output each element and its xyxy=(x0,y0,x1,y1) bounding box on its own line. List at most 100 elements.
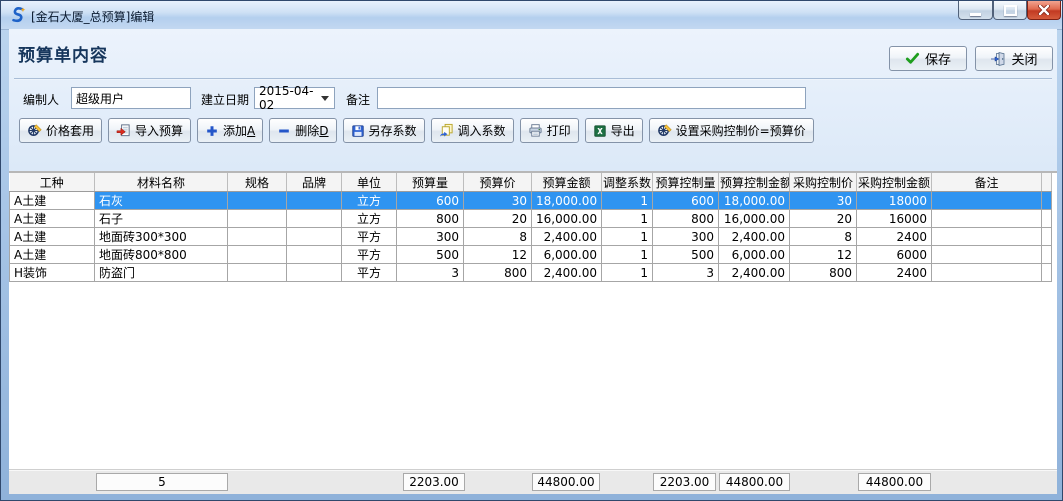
table-cell[interactable]: 地面砖300*300 xyxy=(95,228,228,246)
table-cell[interactable] xyxy=(228,192,287,210)
table-cell[interactable]: 20 xyxy=(790,210,857,228)
table-row[interactable]: A土建石子立方8002016,000.00180016,000.00201600… xyxy=(10,210,1052,228)
table-cell[interactable]: 30 xyxy=(464,192,532,210)
table-cell[interactable] xyxy=(1042,210,1052,228)
close-window-button[interactable] xyxy=(1027,1,1061,20)
column-header[interactable]: 规格 xyxy=(228,173,287,192)
toolbar-button-load-coefficient[interactable]: 调入系数 xyxy=(431,118,514,143)
table-cell[interactable]: 2,400.00 xyxy=(719,264,790,282)
table-cell[interactable]: 3 xyxy=(397,264,464,282)
table-cell[interactable]: 18,000.00 xyxy=(532,192,602,210)
column-header[interactable]: 调整系数 xyxy=(602,173,653,192)
table-row[interactable]: A土建地面砖800*800平方500126,000.0015006,000.00… xyxy=(10,246,1052,264)
table-cell[interactable] xyxy=(287,210,342,228)
toolbar-button-apply-price[interactable]: 价格套用 xyxy=(19,118,102,143)
column-header[interactable]: 采购控制价 xyxy=(790,173,857,192)
table-cell[interactable]: 6,000.00 xyxy=(719,246,790,264)
toolbar-button-import-budget[interactable]: 导入预算 xyxy=(108,118,191,143)
column-header[interactable]: 预算价 xyxy=(464,173,532,192)
toolbar-button-export[interactable]: 导出 xyxy=(585,118,643,143)
table-cell[interactable]: 6,000.00 xyxy=(532,246,602,264)
title-bar[interactable]: [金石大厦_总预算]编辑 xyxy=(1,1,1062,30)
table-cell[interactable] xyxy=(932,192,1042,210)
table-cell[interactable]: 18000 xyxy=(857,192,932,210)
table-cell[interactable]: 2,400.00 xyxy=(532,228,602,246)
table-cell[interactable]: A土建 xyxy=(10,228,95,246)
table-cell[interactable]: 地面砖800*800 xyxy=(95,246,228,264)
creator-input[interactable] xyxy=(71,87,191,109)
table-cell[interactable] xyxy=(932,246,1042,264)
minimize-button[interactable] xyxy=(958,1,993,20)
table-cell[interactable]: 800 xyxy=(653,210,719,228)
table-cell[interactable]: 3 xyxy=(653,264,719,282)
table-cell[interactable] xyxy=(932,264,1042,282)
table-cell[interactable]: 石灰 xyxy=(95,192,228,210)
table-cell[interactable] xyxy=(228,246,287,264)
table-cell[interactable] xyxy=(1042,192,1052,210)
column-header[interactable]: 品牌 xyxy=(287,173,342,192)
table-cell[interactable]: 2,400.00 xyxy=(719,228,790,246)
table-cell[interactable]: 1 xyxy=(602,246,653,264)
close-button[interactable]: 关闭 xyxy=(975,46,1053,71)
table-cell[interactable] xyxy=(228,264,287,282)
table-cell[interactable]: 2,400.00 xyxy=(532,264,602,282)
table-cell[interactable]: 300 xyxy=(653,228,719,246)
date-dropdown[interactable]: 2015-04-02 xyxy=(254,87,335,109)
table-cell[interactable]: 20 xyxy=(464,210,532,228)
table-cell[interactable]: 8 xyxy=(464,228,532,246)
table-cell[interactable]: 12 xyxy=(464,246,532,264)
table-cell[interactable] xyxy=(228,228,287,246)
table-cell[interactable] xyxy=(287,192,342,210)
table-cell[interactable]: 2400 xyxy=(857,264,932,282)
table-cell[interactable]: 30 xyxy=(790,192,857,210)
toolbar-button-print[interactable]: 打印 xyxy=(520,118,579,143)
table-cell[interactable]: 800 xyxy=(790,264,857,282)
column-header[interactable]: 预算金额 xyxy=(532,173,602,192)
table-cell[interactable] xyxy=(287,228,342,246)
table-cell[interactable]: 600 xyxy=(397,192,464,210)
table-cell[interactable] xyxy=(287,246,342,264)
column-header[interactable]: 预算量 xyxy=(397,173,464,192)
column-header[interactable]: 备注 xyxy=(932,173,1042,192)
table-cell[interactable]: H装饰 xyxy=(10,264,95,282)
table-cell[interactable]: 石子 xyxy=(95,210,228,228)
table-cell[interactable] xyxy=(1042,228,1052,246)
table-cell[interactable]: 防盗门 xyxy=(95,264,228,282)
table-row[interactable]: A土建石灰立方6003018,000.00160018,000.00301800… xyxy=(10,192,1052,210)
column-header[interactable]: 单位 xyxy=(342,173,397,192)
table-cell[interactable] xyxy=(932,210,1042,228)
column-header[interactable]: 预算控制量 xyxy=(653,173,719,192)
table-cell[interactable]: 16,000.00 xyxy=(719,210,790,228)
table-cell[interactable]: 16,000.00 xyxy=(532,210,602,228)
table-cell[interactable]: 1 xyxy=(602,264,653,282)
table-cell[interactable]: 平方 xyxy=(342,246,397,264)
toolbar-button-delete[interactable]: 删除D xyxy=(269,118,336,143)
table-cell[interactable]: 500 xyxy=(653,246,719,264)
table-cell[interactable]: 600 xyxy=(653,192,719,210)
table-cell[interactable]: 800 xyxy=(464,264,532,282)
column-header[interactable]: 工种 xyxy=(10,173,95,192)
table-cell[interactable] xyxy=(228,210,287,228)
table-cell[interactable]: A土建 xyxy=(10,210,95,228)
maximize-button[interactable] xyxy=(993,1,1027,20)
table-cell[interactable]: 1 xyxy=(602,228,653,246)
table-cell[interactable] xyxy=(1042,264,1052,282)
save-button[interactable]: 保存 xyxy=(889,46,967,71)
column-header[interactable]: 材料名称 xyxy=(95,173,228,192)
note-input[interactable] xyxy=(377,87,806,109)
table-cell[interactable]: 8 xyxy=(790,228,857,246)
table-cell[interactable]: 1 xyxy=(602,210,653,228)
table-cell[interactable] xyxy=(1042,246,1052,264)
table-row[interactable]: A土建地面砖300*300平方30082,400.0013002,400.008… xyxy=(10,228,1052,246)
table-cell[interactable]: 平方 xyxy=(342,264,397,282)
toolbar-button-add[interactable]: 添加A xyxy=(197,118,263,143)
table-cell[interactable]: 300 xyxy=(397,228,464,246)
table-cell[interactable]: 2400 xyxy=(857,228,932,246)
table-cell[interactable]: A土建 xyxy=(10,246,95,264)
table-cell[interactable]: 500 xyxy=(397,246,464,264)
toolbar-button-set-purchase-control-price[interactable]: 设置采购控制价=预算价 xyxy=(649,118,814,143)
table-cell[interactable]: 立方 xyxy=(342,210,397,228)
table-cell[interactable]: 800 xyxy=(397,210,464,228)
table-cell[interactable]: 18,000.00 xyxy=(719,192,790,210)
table-cell[interactable]: 12 xyxy=(790,246,857,264)
